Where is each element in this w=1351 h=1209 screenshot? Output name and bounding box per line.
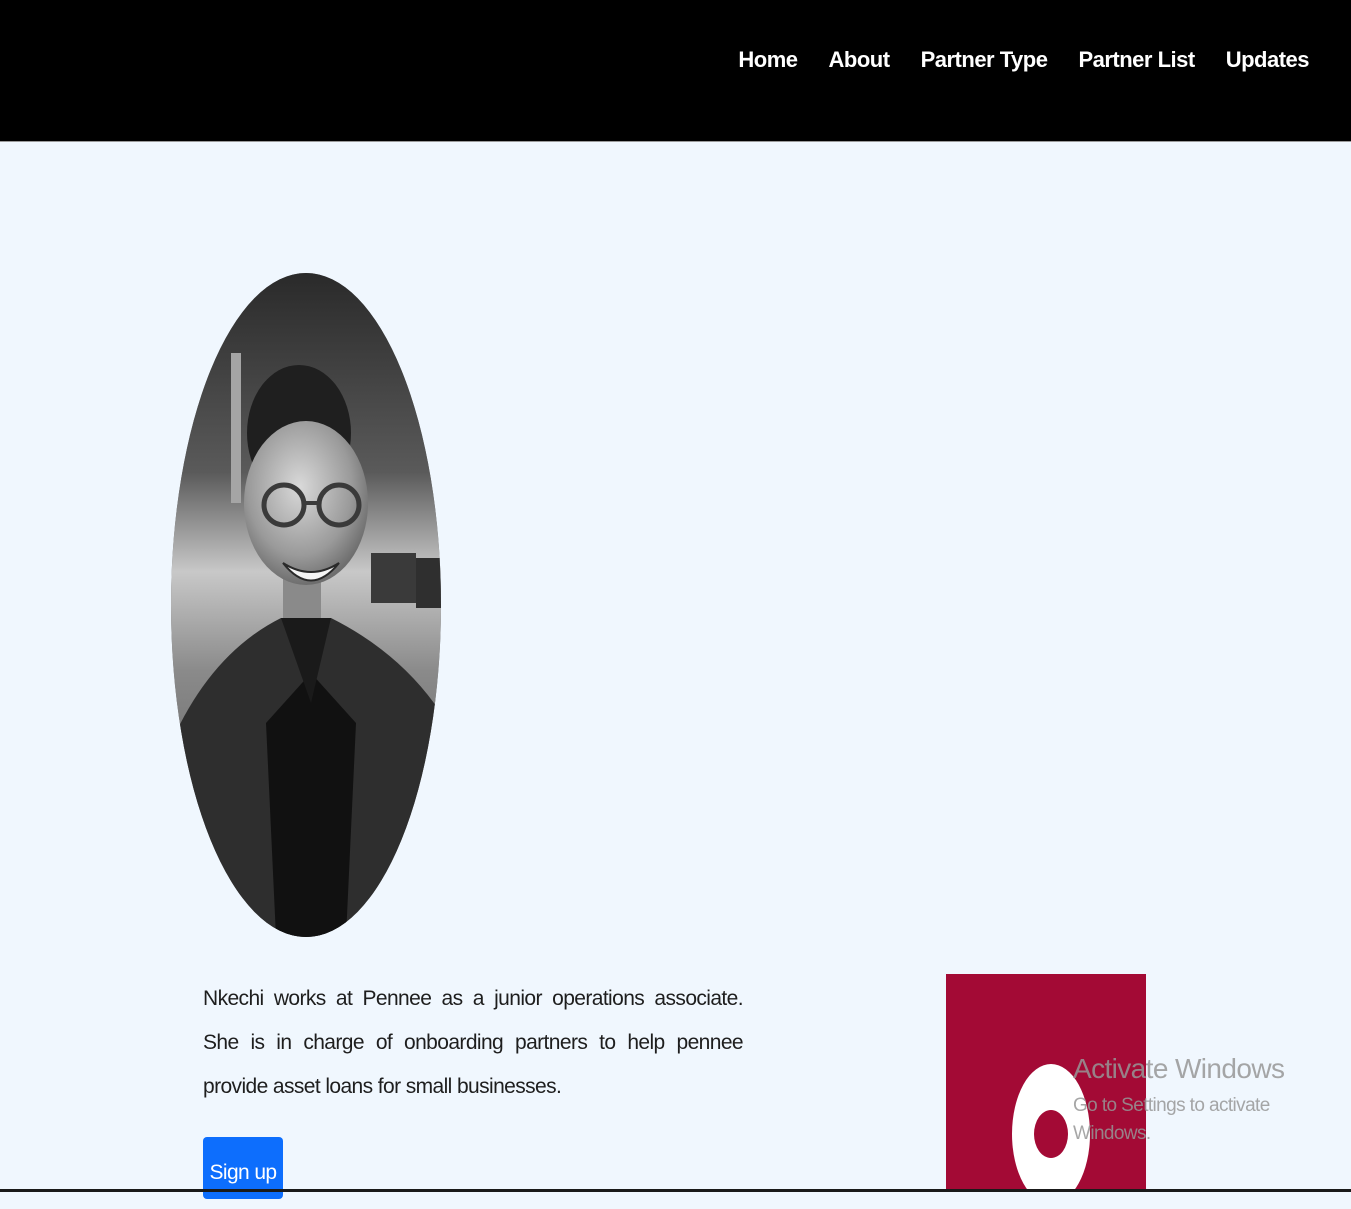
nav-link-partner-list[interactable]: Partner List bbox=[1078, 44, 1195, 76]
nav-link-about[interactable]: About bbox=[829, 44, 891, 76]
profile-photo-illustration bbox=[171, 273, 441, 937]
profile-photo bbox=[171, 273, 441, 937]
circle-logo-icon-center bbox=[1034, 1110, 1068, 1158]
watermark-subtitle: Go to Settings to activate Windows. bbox=[1073, 1095, 1270, 1144]
watermark-title: Activate Windows bbox=[1073, 1053, 1285, 1084]
nav-link-updates[interactable]: Updates bbox=[1226, 44, 1310, 76]
activate-windows-watermark: Activate Windows Go to Settings to activ… bbox=[1073, 1050, 1351, 1148]
main-nav: Home About Partner Type Partner List Upd… bbox=[738, 44, 1309, 76]
profile-bio: Nkechi works at Pennee as a junior opera… bbox=[203, 987, 744, 1098]
nav-link-partner-type[interactable]: Partner Type bbox=[921, 44, 1048, 76]
top-navbar: Home About Partner Type Partner List Upd… bbox=[0, 0, 1351, 142]
nav-link-home[interactable]: Home bbox=[738, 44, 798, 76]
